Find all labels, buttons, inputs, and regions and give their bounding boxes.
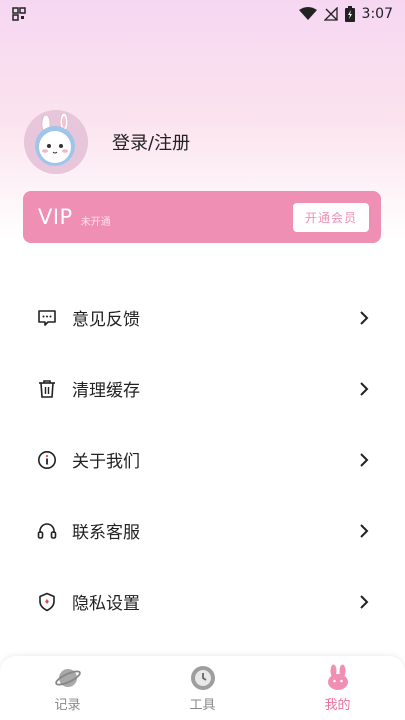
menu-label: 意见反馈	[72, 310, 140, 330]
chevron-right-icon	[360, 310, 369, 325]
menu-label: 关于我们	[72, 452, 140, 472]
tab-label: 工具	[189, 697, 216, 713]
settings-menu: 意见反馈 清理缓存 关于我们 联系客服 隐私设置	[0, 282, 405, 637]
info-icon	[36, 449, 58, 471]
profile-section[interactable]: 登录/注册	[24, 110, 190, 174]
status-bar: 3:07	[0, 0, 405, 28]
battery-icon	[344, 6, 355, 22]
vip-title: VIP	[38, 205, 73, 229]
headset-icon	[36, 520, 58, 542]
menu-item-contact-support[interactable]: 联系客服	[0, 495, 405, 566]
shield-icon	[36, 591, 58, 613]
clock-time: 3:07	[361, 6, 393, 22]
menu-label: 联系客服	[72, 523, 140, 543]
chevron-right-icon	[360, 381, 369, 396]
menu-label: 清理缓存	[72, 381, 140, 401]
tab-label: 我的	[324, 697, 351, 713]
chevron-right-icon	[360, 523, 369, 538]
wifi-icon	[298, 7, 317, 20]
menu-item-feedback[interactable]: 意见反馈	[0, 282, 405, 353]
feedback-icon	[36, 307, 58, 329]
chevron-right-icon	[360, 594, 369, 609]
tab-records[interactable]: 记录	[28, 664, 108, 713]
activate-vip-button[interactable]: 开通会员	[292, 202, 369, 232]
notification-icon	[12, 7, 26, 21]
trash-icon	[36, 378, 58, 400]
tab-tools[interactable]: 工具	[163, 664, 243, 713]
menu-item-about-us[interactable]: 关于我们	[0, 424, 405, 495]
no-signal-icon	[323, 7, 338, 21]
bottom-tab-bar: 记录 工具 我的	[0, 656, 405, 720]
tab-label: 记录	[54, 697, 81, 713]
menu-item-privacy-settings[interactable]: 隐私设置	[0, 566, 405, 637]
login-register-link[interactable]: 登录/注册	[112, 129, 190, 155]
bunny-icon	[327, 664, 348, 690]
avatar[interactable]	[24, 110, 88, 174]
menu-item-clear-cache[interactable]: 清理缓存	[0, 353, 405, 424]
tab-mine[interactable]: 我的	[298, 664, 378, 713]
vip-card: VIP 未开通 开通会员	[23, 191, 381, 243]
chevron-right-icon	[360, 452, 369, 467]
vip-status: 未开通	[80, 216, 111, 228]
menu-label: 隐私设置	[72, 594, 140, 614]
planet-icon	[54, 668, 81, 687]
clock-icon	[190, 665, 215, 690]
